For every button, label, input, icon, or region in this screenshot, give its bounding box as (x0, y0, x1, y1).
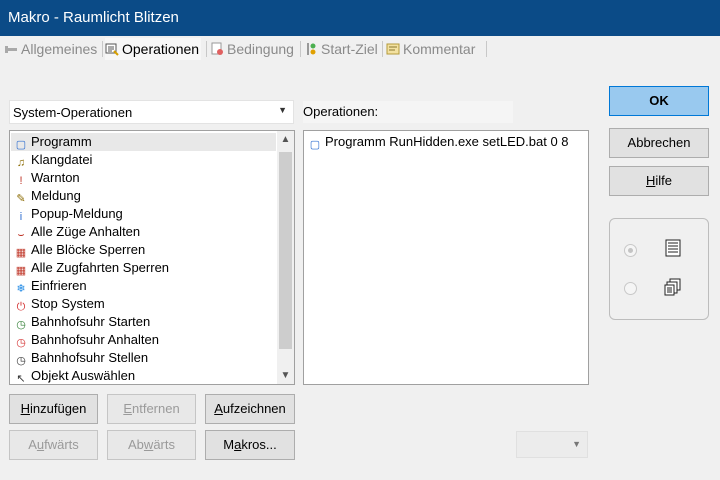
block-lock-icon: ▦ (15, 247, 27, 259)
scroll-up-icon[interactable]: ▲ (277, 131, 294, 148)
category-select-value: System-Operationen (13, 105, 133, 120)
macro-op-item-label: Programm RunHidden.exe setLED.bat 0 8 (325, 134, 569, 149)
ok-button-label: OK (649, 93, 669, 108)
clock-stop-icon: ◷ (16, 337, 26, 349)
program-icon: ▢ (15, 139, 27, 151)
radio-dot (628, 248, 633, 253)
remove-button-label: Entfernen (123, 401, 180, 416)
operations-label: Operationen: (303, 101, 513, 123)
record-button[interactable]: Aufzeichnen (205, 394, 295, 424)
available-op-item-label: Meldung (31, 188, 81, 203)
cancel-button-label: Abbrechen (627, 135, 691, 150)
move-down-button[interactable]: Abwärts (107, 430, 196, 460)
operations-icon (105, 40, 119, 56)
available-op-item-label: Alle Züge Anhalten (31, 224, 141, 239)
available-op-item[interactable]: ♫ Klangdatei (11, 151, 276, 169)
available-op-item-label: Stop System (31, 296, 105, 311)
available-op-item[interactable]: ⌣ Alle Züge Anhalten (11, 223, 276, 241)
view-mode-group (609, 218, 709, 320)
view-detail-radio[interactable] (624, 282, 637, 295)
clock-set-icon: ◷ (16, 355, 26, 367)
add-button[interactable]: Hinzufügen (9, 394, 98, 424)
available-op-item[interactable]: ! Warnton (11, 169, 276, 187)
available-op-item-label: Bahnhofsuhr Starten (31, 314, 151, 329)
tab-start-ziel[interactable]: Start-Ziel (304, 38, 378, 60)
available-op-item-label: Popup-Meldung (31, 206, 123, 221)
title-bar: Makro - Raumlicht Blitzen (0, 0, 720, 36)
comment-icon (386, 40, 400, 55)
available-op-item[interactable]: ▦ Alle Zugfahrten Sperren (11, 259, 276, 277)
sound-icon: ♫ (16, 157, 26, 169)
wrench-icon (4, 40, 18, 54)
available-op-item[interactable]: i Popup-Meldung (11, 205, 276, 223)
info-icon: i (19, 211, 23, 223)
available-op-item[interactable]: ✎ Meldung (11, 187, 276, 205)
warning-icon: ! (19, 175, 23, 187)
freeze-icon: ❄ (16, 283, 26, 295)
tab-separator (102, 41, 103, 57)
available-op-item[interactable]: ▦ Alle Blöcke Sperren (11, 241, 276, 259)
tab-separator (486, 41, 487, 57)
available-op-item[interactable]: ◷ Bahnhofsuhr Starten (11, 313, 276, 331)
clock-start-icon: ◷ (16, 319, 26, 331)
help-button[interactable]: Hilfe (609, 166, 709, 196)
message-icon: ✎ (16, 193, 26, 205)
help-button-label: Hilfe (645, 173, 672, 188)
move-up-button[interactable]: Aufwärts (9, 430, 98, 460)
available-operations-list[interactable]: ▢ Programm ♫ Klangdatei! Warnton ✎ Meldung i Pop… (9, 130, 295, 385)
scroll-thumb[interactable] (279, 152, 292, 349)
available-op-item-label: Bahnhofsuhr Stellen (31, 350, 149, 365)
dropdown-arrow-icon: ▼ (278, 105, 287, 115)
move-down-button-label: Abwärts (128, 437, 175, 452)
available-op-item[interactable]: ◷ Bahnhofsuhr Anhalten (11, 331, 276, 349)
tab-kommentar[interactable]: Kommentar (386, 38, 475, 60)
available-op-item-label: Programm (31, 134, 92, 149)
ok-button[interactable]: OK (609, 86, 709, 116)
macro-operations-list[interactable]: ▢ Programm RunHidden.exe setLED.bat 0 8 (303, 130, 589, 385)
record-button-label: Aufzeichnen (214, 401, 286, 416)
cursor-icon: ↖ (16, 373, 26, 385)
tab-allgemeines[interactable]: Allgemeines (4, 38, 97, 60)
available-op-item[interactable]: ▢ Programm (11, 133, 276, 151)
add-button-label: Hinzufügen (20, 401, 87, 416)
macro-select[interactable]: ▼ (516, 431, 588, 458)
macros-button-label: Makros... (223, 437, 277, 452)
window-title: Makro - Raumlicht Blitzen (8, 9, 179, 26)
available-op-item-label: Objekt Auswählen (31, 368, 136, 383)
tab-separator (300, 41, 301, 57)
condition-icon (210, 40, 224, 55)
remove-button[interactable]: Entfernen (107, 394, 196, 424)
available-op-item-label: Klangdatei (31, 152, 93, 167)
available-op-item-label: Bahnhofsuhr Anhalten (31, 332, 159, 347)
category-select[interactable]: System-Operationen ▼ (9, 100, 294, 124)
macros-button[interactable]: Makros... (205, 430, 295, 460)
available-op-item[interactable]: ❄ Einfrieren (11, 277, 276, 295)
available-op-item-label: Einfrieren (31, 278, 87, 293)
power-icon: ⏻ (16, 301, 26, 313)
list-view-icon (664, 239, 682, 257)
detail-view-icon (664, 278, 682, 296)
available-op-item-label: Warnton (31, 170, 80, 185)
program-icon: ▢ (309, 139, 321, 151)
move-up-button-label: Aufwärts (28, 437, 79, 452)
dropdown-arrow-icon: ▼ (572, 439, 581, 449)
route-lock-icon: ▦ (15, 265, 27, 277)
halt-icon: ⌣ (17, 229, 25, 241)
available-op-item[interactable]: ⏻ Stop System (11, 295, 276, 313)
scroll-down-icon[interactable]: ▼ (277, 367, 294, 384)
available-op-item-label: Alle Blöcke Sperren (31, 242, 146, 257)
tab-separator (382, 41, 383, 57)
available-op-item[interactable]: ↖ Objekt Auswählen (11, 367, 276, 385)
tab-bedingung[interactable]: Bedingung (210, 38, 294, 60)
tab-strip: Allgemeines Operationen Bedingung Start-… (0, 36, 720, 62)
scrollbar[interactable]: ▲ ▼ (277, 131, 294, 384)
available-op-item-label: Alle Zugfahrten Sperren (31, 260, 170, 275)
start-goal-icon (304, 40, 318, 55)
tab-separator (206, 41, 207, 57)
view-list-radio[interactable] (624, 244, 637, 257)
macro-op-item[interactable]: ▢ Programm RunHidden.exe setLED.bat 0 8 (305, 133, 587, 151)
available-op-item[interactable]: ◷ Bahnhofsuhr Stellen (11, 349, 276, 367)
cancel-button[interactable]: Abbrechen (609, 128, 709, 158)
tab-operationen[interactable]: Operationen (105, 38, 202, 60)
